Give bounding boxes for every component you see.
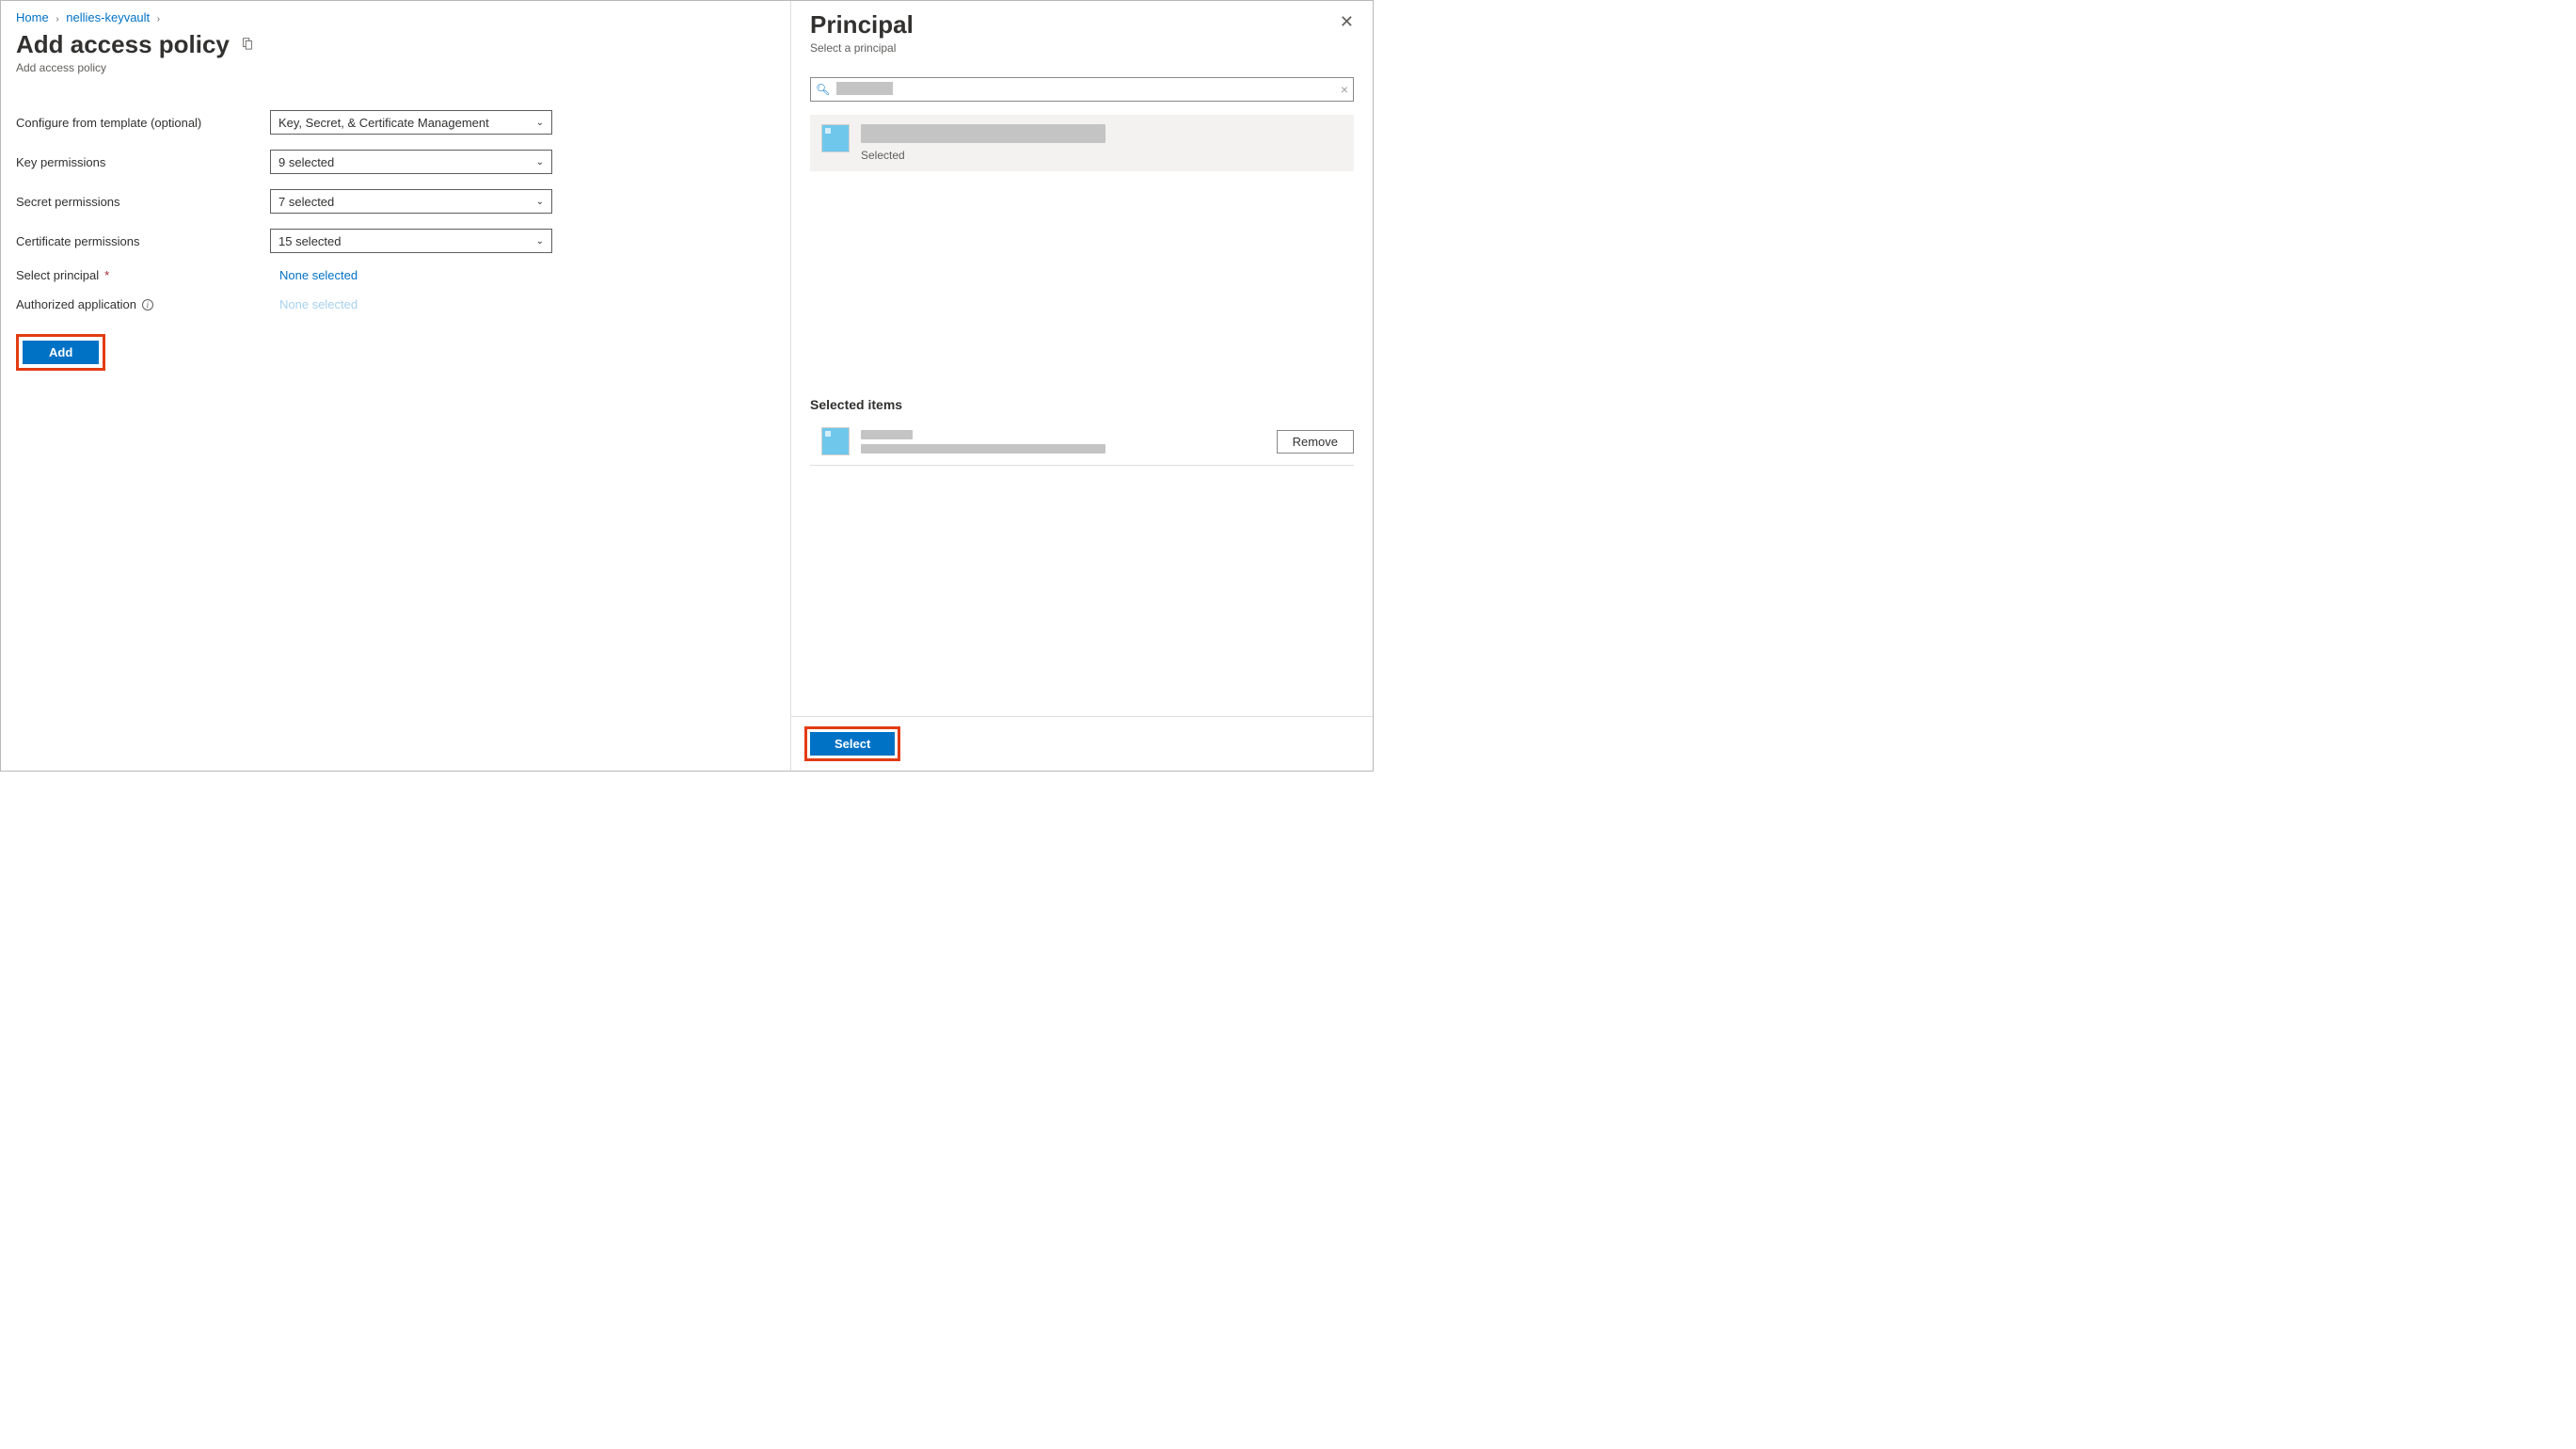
panel-subtitle: Select a principal	[810, 41, 1354, 55]
authorized-app-value: None selected	[270, 297, 358, 311]
breadcrumb-sep-icon: ›	[56, 14, 58, 24]
breadcrumb-keyvault[interactable]: nellies-keyvault	[66, 10, 150, 24]
search-icon: 🔍︎	[816, 83, 830, 96]
info-icon[interactable]: i	[142, 299, 153, 310]
chevron-down-icon: ⌄	[536, 197, 544, 207]
template-value: Key, Secret, & Certificate Management	[278, 116, 489, 130]
add-button[interactable]: Add	[23, 341, 99, 364]
chevron-down-icon: ⌄	[536, 157, 544, 167]
cert-permissions-label: Certificate permissions	[16, 234, 270, 248]
breadcrumb-sep-icon: ›	[157, 14, 160, 24]
remove-button[interactable]: Remove	[1277, 430, 1354, 454]
clear-search-icon[interactable]: ×	[1341, 82, 1348, 97]
selected-items-heading: Selected items	[810, 397, 1354, 412]
template-select[interactable]: Key, Secret, & Certificate Management ⌄	[270, 110, 552, 135]
panel-body: 🔍︎ × Selected Selected items Re	[791, 64, 1373, 716]
redacted-search-text	[836, 82, 893, 95]
close-icon[interactable]: ✕	[1340, 12, 1354, 32]
key-permissions-label: Key permissions	[16, 155, 270, 169]
template-label: Configure from template (optional)	[16, 116, 270, 130]
required-icon: *	[104, 268, 109, 282]
key-permissions-value: 9 selected	[278, 155, 334, 169]
key-permissions-select[interactable]: 9 selected ⌄	[270, 150, 552, 174]
redacted-item-detail	[861, 444, 1105, 454]
select-button-highlight: Select	[804, 726, 900, 761]
principal-result-row[interactable]: Selected	[810, 115, 1354, 171]
breadcrumb-home[interactable]: Home	[16, 10, 49, 24]
secret-permissions-value: 7 selected	[278, 195, 334, 209]
secret-permissions-label: Secret permissions	[16, 195, 270, 209]
page-title-row: Add access policy	[16, 30, 775, 59]
select-principal-label: Select principal *	[16, 268, 270, 282]
page-subtitle: Add access policy	[16, 61, 775, 74]
secret-permissions-select[interactable]: 7 selected ⌄	[270, 189, 552, 214]
pin-icon[interactable]	[241, 37, 254, 53]
result-selected-label: Selected	[861, 149, 1343, 162]
principal-panel: Principal Select a principal ✕ 🔍︎ × Sele…	[791, 1, 1373, 771]
search-wrap: 🔍︎ ×	[810, 77, 1354, 102]
select-principal-link[interactable]: None selected	[270, 268, 358, 282]
redacted-principal-name	[861, 124, 1105, 143]
app-root: Home › nellies-keyvault › Add access pol…	[0, 0, 1374, 772]
chevron-down-icon: ⌄	[536, 236, 544, 247]
avatar-icon	[821, 427, 850, 455]
authorized-app-label: Authorized application i	[16, 297, 270, 311]
selected-item-body	[861, 430, 1265, 454]
result-body: Selected	[861, 124, 1343, 162]
add-access-policy-pane: Home › nellies-keyvault › Add access pol…	[1, 1, 791, 771]
avatar-icon	[821, 124, 850, 152]
select-button[interactable]: Select	[810, 732, 895, 756]
add-button-highlight: Add	[16, 334, 105, 371]
chevron-down-icon: ⌄	[536, 118, 544, 128]
redacted-item-title	[861, 430, 913, 439]
selected-item-row: Remove	[810, 422, 1354, 466]
panel-title: Principal	[810, 10, 1354, 40]
page-title: Add access policy	[16, 30, 230, 59]
breadcrumb: Home › nellies-keyvault ›	[16, 10, 775, 24]
cert-permissions-value: 15 selected	[278, 234, 342, 248]
cert-permissions-select[interactable]: 15 selected ⌄	[270, 229, 552, 253]
panel-header: Principal Select a principal ✕	[791, 1, 1373, 64]
panel-footer: Select	[791, 716, 1373, 771]
